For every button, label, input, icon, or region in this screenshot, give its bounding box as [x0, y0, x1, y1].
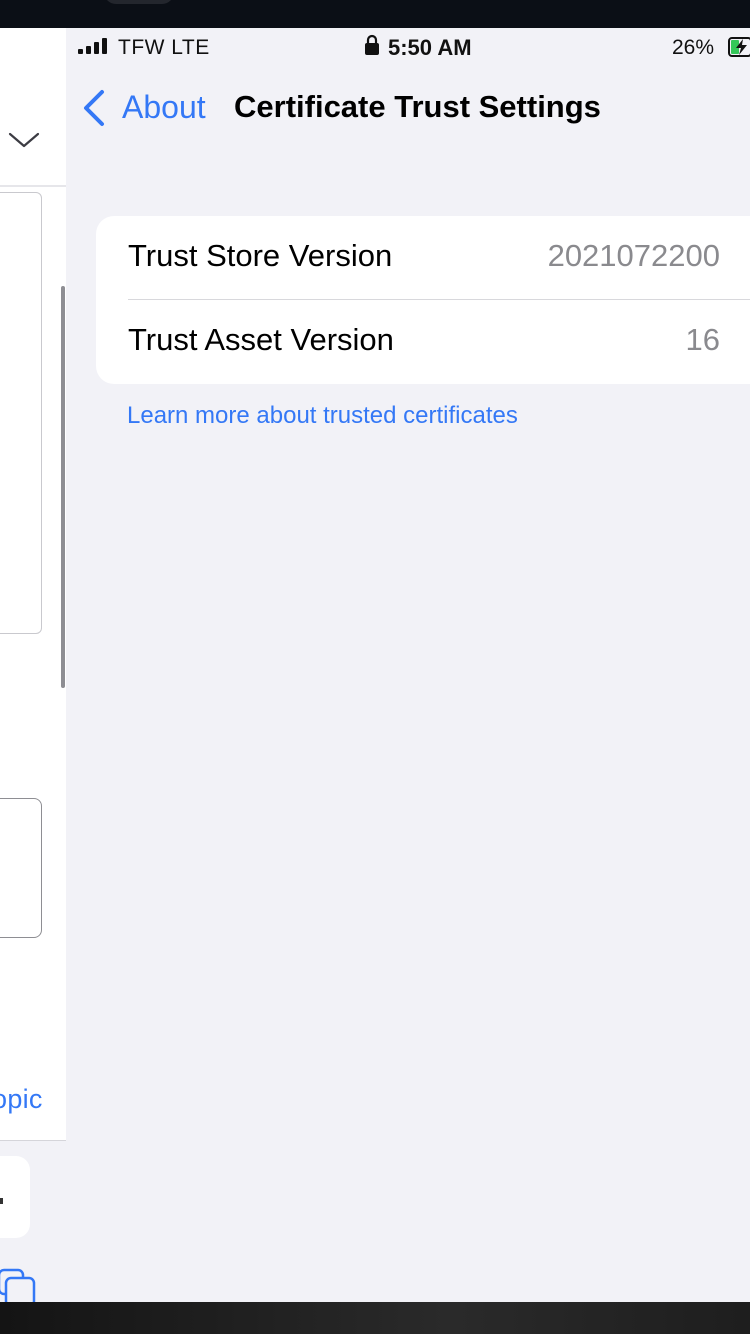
input-box[interactable]	[0, 798, 42, 938]
trust-store-version-row: Trust Store Version 2021072200	[96, 216, 750, 300]
clock: 5:50 AM	[388, 35, 472, 60]
divider	[0, 185, 66, 187]
scrollbar[interactable]	[61, 286, 65, 688]
home-area	[0, 1302, 750, 1334]
navigation-bar: About Certificate Trust Settings	[66, 86, 750, 136]
address-bar[interactable]	[0, 1156, 30, 1238]
row-value: 16	[685, 322, 720, 357]
row-label: Trust Asset Version	[128, 322, 394, 357]
row-value: 2021072200	[547, 238, 720, 273]
signal-bars-icon	[78, 38, 107, 54]
settings-panel: TFW LTE 5:50 AM 26% About Certificate Tr…	[66, 28, 750, 1302]
back-chevron-icon[interactable]	[82, 89, 106, 127]
chevron-down-icon	[8, 132, 40, 148]
tabs-icon[interactable]	[0, 1264, 38, 1302]
trust-versions-group: Trust Store Version 2021072200 Trust Ass…	[96, 216, 750, 384]
text-area[interactable]	[0, 192, 42, 634]
battery-charging-icon	[728, 37, 750, 57]
carrier-label: TFW LTE	[118, 36, 210, 59]
page-title: Certificate Trust Settings	[234, 89, 601, 124]
topic-link[interactable]: opic	[0, 1084, 43, 1115]
address-bar-mark	[0, 1198, 3, 1204]
back-button[interactable]: About	[122, 89, 206, 126]
multitasking-handle[interactable]	[104, 0, 174, 4]
battery-percentage: 26%	[672, 36, 715, 59]
status-bar: TFW LTE 5:50 AM 26%	[66, 28, 750, 68]
trust-asset-version-row: Trust Asset Version 16	[96, 300, 750, 384]
row-label: Trust Store Version	[128, 238, 393, 273]
learn-more-link[interactable]: Learn more about trusted certificates	[127, 402, 518, 430]
lock-icon	[365, 34, 379, 55]
